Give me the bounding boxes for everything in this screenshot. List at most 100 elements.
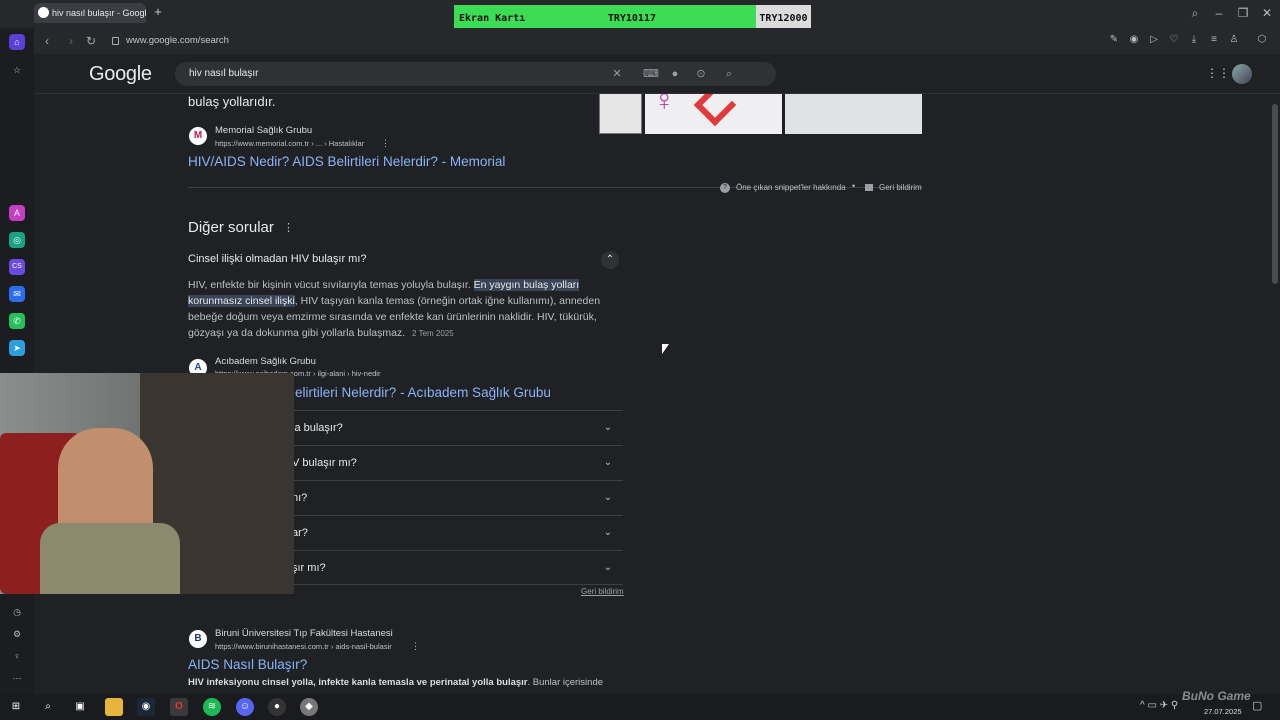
chatgpt-icon[interactable]: ◎ bbox=[9, 232, 25, 248]
question-text: ar? bbox=[292, 527, 308, 539]
restore-button[interactable]: ❐ bbox=[1234, 5, 1252, 21]
result1-title-link[interactable]: HIV/AIDS Nedir? AIDS Belirtileri Nelerdi… bbox=[188, 154, 505, 169]
obs-icon[interactable]: ● bbox=[268, 698, 286, 716]
task-view-icon[interactable]: ▣ bbox=[71, 698, 89, 716]
question-text: V bulaşır mı? bbox=[292, 457, 357, 469]
snippet-image-1[interactable] bbox=[599, 90, 642, 134]
close-button[interactable]: ✕ bbox=[1258, 5, 1276, 21]
expanded-question[interactable]: Cinsel ilişki olmadan HIV bulaşır mı? bbox=[188, 253, 367, 265]
history-icon[interactable]: ◷ bbox=[9, 604, 25, 620]
profile-icon[interactable]: ♙ bbox=[1228, 34, 1240, 46]
google-favicon-icon bbox=[38, 7, 49, 18]
other-questions-more-icon[interactable]: ⋮ bbox=[283, 221, 294, 234]
download-icon[interactable]: ⤓ bbox=[1188, 34, 1200, 46]
watermark-logo: BuNo Game bbox=[1182, 689, 1251, 703]
play-icon[interactable]: ▷ bbox=[1148, 34, 1160, 46]
result2-more-icon[interactable]: ⋮ bbox=[411, 641, 420, 652]
search-taskbar-icon[interactable]: ⌕ bbox=[39, 698, 57, 716]
camera-icon[interactable]: ◉ bbox=[1128, 34, 1140, 46]
snippet-image-2[interactable]: ♀ bbox=[645, 90, 782, 134]
url-text: www.google.com/search bbox=[126, 35, 229, 46]
apps-grid-icon[interactable]: ⋮⋮ bbox=[1206, 67, 1230, 79]
result2-snippet-bold: HIV infeksiyonu cinsel yolla, infekte ka… bbox=[188, 677, 528, 688]
steam-icon[interactable]: ◉ bbox=[137, 698, 155, 716]
webcam-overlay bbox=[0, 373, 294, 594]
lens-icon[interactable]: ⊙ bbox=[695, 68, 707, 80]
snippet-image-3[interactable] bbox=[785, 90, 922, 134]
expand-chevron-icon[interactable]: ⌄ bbox=[599, 454, 617, 472]
question-text: la bulaşır? bbox=[292, 422, 343, 434]
new-tab-button[interactable]: + bbox=[151, 5, 165, 19]
aria-icon[interactable]: A bbox=[9, 205, 25, 221]
file-explorer-icon[interactable] bbox=[105, 698, 123, 716]
star-icon[interactable]: ☆ bbox=[9, 62, 25, 78]
edit-icon[interactable]: ✎ bbox=[1108, 34, 1120, 46]
result1-source-url[interactable]: https://www.memorial.com.tr › ... › Hast… bbox=[215, 139, 364, 148]
page-scrollbar[interactable] bbox=[1272, 104, 1278, 284]
price-label: Ekran Kartı bbox=[459, 12, 526, 24]
collapse-chevron-icon[interactable]: ⌃ bbox=[601, 251, 619, 269]
answer-date: 2 Tem 2025 bbox=[412, 329, 454, 338]
expand-chevron-icon[interactable]: ⌄ bbox=[599, 524, 617, 542]
feedback-small-link[interactable]: Geri bildirim bbox=[581, 587, 624, 596]
minimize-button[interactable]: – bbox=[1210, 5, 1228, 21]
windows-taskbar: ⊞ ⌕ ▣ ◉ O ≋ ☺ ● ◆ ^ ▭ ✈ ⚲ 27.07.2025 ▢ bbox=[0, 694, 1280, 720]
price-value-1: TRY10117 bbox=[607, 12, 656, 24]
result2-source-name: Biruni Üniversitesi Tıp Fakültesi Hastan… bbox=[215, 628, 393, 639]
search-icon[interactable]: ⌕ bbox=[723, 68, 735, 80]
telegram-icon[interactable]: ➤ bbox=[9, 340, 25, 356]
keyboard-icon[interactable]: ⌨ bbox=[643, 68, 659, 80]
ribbon-shape bbox=[693, 90, 737, 127]
cs-icon[interactable]: CS bbox=[9, 259, 25, 275]
search-tabs-icon[interactable]: ⌕ bbox=[1186, 5, 1204, 21]
whatsapp-icon[interactable]: ✆ bbox=[9, 313, 25, 329]
discord-icon[interactable]: ☺ bbox=[236, 698, 254, 716]
heart-icon[interactable]: ♡ bbox=[1168, 34, 1180, 46]
bulb-icon[interactable]: ♀ bbox=[9, 648, 25, 664]
result2-title-link[interactable]: AIDS Nasıl Bulaşır? bbox=[188, 657, 307, 672]
windows-start-icon[interactable]: ⊞ bbox=[7, 698, 25, 716]
expand-chevron-icon[interactable]: ⌄ bbox=[599, 419, 617, 437]
notification-icon[interactable]: ▢ bbox=[1252, 699, 1262, 712]
other-questions-title: Diğer sorular bbox=[188, 219, 274, 236]
google-logo[interactable]: Google bbox=[89, 63, 152, 86]
help-icon: ? bbox=[720, 183, 730, 193]
settings-icon[interactable]: ⚙ bbox=[9, 626, 25, 642]
more-icon[interactable]: ⋯ bbox=[9, 670, 25, 686]
result2-snippet-rest: . Bunlar içerisinde bbox=[527, 677, 604, 688]
snippet-about-link[interactable]: Öne çıkan snippet'ler hakkında bbox=[736, 183, 846, 192]
reload-icon[interactable]: ↻ bbox=[82, 32, 100, 50]
tray-icons[interactable]: ^ ▭ ✈ ⚲ bbox=[1140, 700, 1178, 711]
microphone-icon[interactable]: ● bbox=[669, 68, 681, 80]
messenger-icon[interactable]: ✉ bbox=[9, 286, 25, 302]
forward-icon[interactable]: › bbox=[62, 32, 80, 50]
clear-icon[interactable]: ✕ bbox=[611, 68, 623, 80]
expand-chevron-icon[interactable]: ⌄ bbox=[599, 559, 617, 577]
answer-source-name: Acıbadem Sağlık Grubu bbox=[215, 356, 316, 367]
tab-title: hiv nasıl bulaşır - Google bbox=[52, 8, 146, 18]
answer-source-link[interactable]: elirtileri Nelerdir? - Acıbadem Sağlık G… bbox=[295, 385, 551, 400]
lock-icon bbox=[112, 37, 119, 45]
app-icon[interactable]: ◆ bbox=[300, 698, 318, 716]
taskbar-date: 27.07.2025 bbox=[1204, 707, 1242, 716]
expanded-answer: HIV, enfekte bir kişinin vücut sıvılarıy… bbox=[188, 277, 623, 342]
result1-source-name: Memorial Sağlık Grubu bbox=[215, 125, 313, 136]
expand-chevron-icon[interactable]: ⌄ bbox=[599, 489, 617, 507]
webcam-shirt bbox=[40, 523, 180, 594]
browser-tab[interactable]: hiv nasıl bulaşır - Google bbox=[34, 3, 146, 23]
extensions-icon[interactable]: ⬡ bbox=[1256, 34, 1268, 46]
spotify-icon[interactable]: ≋ bbox=[203, 698, 221, 716]
question-text: şır mı? bbox=[292, 562, 326, 574]
search-input[interactable]: hiv nasıl bulaşır ✕ ⌨ ● ⊙ ⌕ bbox=[175, 62, 776, 86]
address-bar[interactable]: www.google.com/search bbox=[106, 32, 1006, 50]
answer-text-1: HIV, enfekte bir kişinin vücut sıvılarıy… bbox=[188, 279, 474, 291]
back-icon[interactable]: ‹ bbox=[38, 32, 56, 50]
feedback-link[interactable]: Geri bildirim bbox=[879, 183, 922, 192]
home-icon[interactable]: ⌂ bbox=[9, 34, 25, 50]
result2-source-url[interactable]: https://www.birunihastanesi.com.tr › aid… bbox=[215, 642, 392, 651]
feedback-icon bbox=[865, 184, 873, 191]
account-avatar[interactable] bbox=[1232, 64, 1252, 84]
opera-icon[interactable]: O bbox=[170, 698, 188, 716]
menu-icon[interactable]: ≡ bbox=[1208, 34, 1220, 46]
result1-more-icon[interactable]: ⋮ bbox=[381, 138, 390, 149]
